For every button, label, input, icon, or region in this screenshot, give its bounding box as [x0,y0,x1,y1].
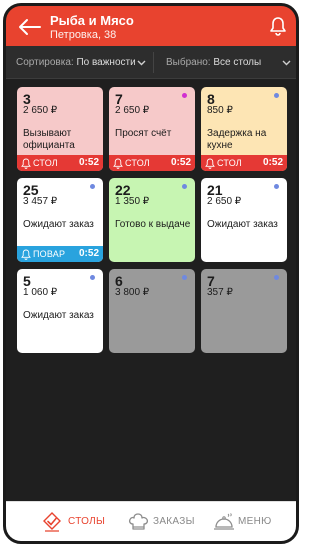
status-dot [274,184,279,189]
table-card[interactable]: 25 3 457 ₽ Ожидают заказ ПОВАР 0:52 [17,178,103,262]
nav-tables-label: СТОЛЫ [68,516,106,527]
alert-source: СТОЛ [217,158,242,168]
nav-menu-label: МЕНЮ [238,516,272,527]
table-total: 1 350 ₽ [115,196,150,207]
status-dot [182,93,187,98]
alert-timer: 0:52 [262,157,283,168]
table-status: Просят счёт [115,128,172,139]
table-card[interactable]: 72 650 ₽ Просят счёт СТОЛ 0:52 [109,87,195,171]
back-button[interactable] [18,18,42,36]
bell-icon [21,249,31,260]
chef-hat-icon [128,513,149,530]
table-card[interactable]: 8 850 ₽ Задержка на кухне СТОЛ 0:52 [201,87,287,171]
cloche-icon [214,513,234,530]
table-total: 850 ₽ [207,105,233,116]
alert-source: ПОВАР [33,249,66,259]
arrow-left-icon [19,19,41,35]
sort-label: Сортировка: [16,57,74,68]
nav-tables[interactable]: СТОЛЫ [36,502,128,541]
chevron-down-icon [282,60,291,66]
alert-bar: СТОЛ 0:52 [109,155,195,171]
status-dot [90,275,95,280]
selection-value: Все столы [213,57,262,68]
table-card[interactable]: 32 650 ₽ Вызывают официанта СТОЛ 0:52 [17,87,103,171]
table-card[interactable]: 63 800 ₽ [109,269,195,353]
status-dot [90,184,95,189]
table-total: 2 650 ₽ [23,105,58,116]
nav-orders[interactable]: ЗАКАЗЫ [122,502,214,541]
restaurant-title: Рыба и Мясо [50,13,134,28]
status-dot [182,184,187,189]
filters-bar: Сортировка: По важности Выбрано: Все сто… [6,46,296,79]
table-total: 1 060 ₽ [23,287,58,298]
phone-frame: Рыба и Мясо Петровка, 38 Сортировка: По … [3,3,299,544]
alert-source: СТОЛ [33,158,58,168]
bottom-navigation: СТОЛЫ ЗАКАЗЫ МЕНЮ [6,501,296,541]
bell-icon [205,158,215,169]
table-total: 2 650 ₽ [115,105,150,116]
table-status: Готово к выдаче [115,219,191,230]
selection-label: Выбрано: [166,57,211,68]
alert-timer: 0:52 [170,157,191,168]
chevron-down-icon [137,60,146,66]
table-total: 357 ₽ [207,287,233,298]
table-status: Ожидают заказ [23,219,94,230]
alert-source: СТОЛ [125,158,150,168]
table-total: 2 650 ₽ [207,196,242,207]
table-total: 3 800 ₽ [115,287,150,298]
alert-timer: 0:52 [78,248,99,259]
bell-icon [113,158,123,169]
alert-timer: 0:52 [78,157,99,168]
notifications-button[interactable] [269,16,287,36]
table-card[interactable]: 51 060 ₽ Ожидают заказ [17,269,103,353]
alert-bar: ПОВАР 0:52 [17,246,103,262]
table-status: Вызывают официанта [23,128,75,151]
table-status: Ожидают заказ [23,310,94,321]
tables-selection-dropdown[interactable]: Выбрано: Все столы [166,46,291,79]
table-card[interactable]: 21 2 650 ₽ Ожидают заказ [201,178,287,262]
app-header: Рыба и Мясо Петровка, 38 [6,6,296,46]
table-status: Задержка на кухне [207,128,267,151]
sort-value: По важности [76,57,136,68]
table-total: 3 457 ₽ [23,196,58,207]
alert-bar: СТОЛ 0:52 [201,155,287,171]
alert-bar: СТОЛ 0:52 [17,155,103,171]
sort-dropdown[interactable]: Сортировка: По важности [16,46,146,79]
filters-divider [153,52,154,73]
nav-menu[interactable]: МЕНЮ [208,502,296,541]
nav-orders-label: ЗАКАЗЫ [153,516,195,527]
status-dot [274,93,279,98]
table-status: Ожидают заказ [207,219,278,230]
bell-icon [21,158,31,169]
bell-icon [270,17,286,36]
restaurant-address: Петровка, 38 [50,29,117,41]
status-dot [274,275,279,280]
table-card[interactable]: 7 357 ₽ [201,269,287,353]
status-dot [182,275,187,280]
table-service-icon [43,512,61,532]
table-card[interactable]: 22 1 350 ₽ Готово к выдаче [109,178,195,262]
